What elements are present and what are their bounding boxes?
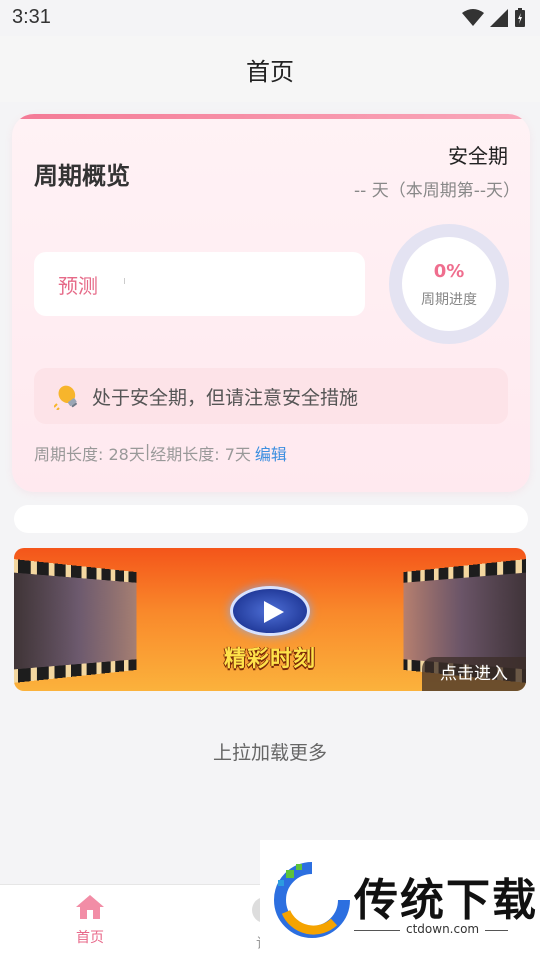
tip-text: 处于安全期，但请注意安全措施	[92, 387, 359, 409]
blank-card	[14, 505, 528, 533]
prediction-label: 预测	[58, 274, 98, 298]
cycle-length: 周期长度: 28天	[34, 445, 145, 464]
cycle-overview-card: 周期概览 安全期 -- 天（本周期第--天） 预测 0% 周期进度 处于安全期，…	[12, 114, 530, 492]
progress-value: 0%	[433, 261, 465, 282]
play-icon	[230, 586, 310, 636]
load-more-text: 上拉加载更多	[212, 742, 327, 764]
watermark: 传统下载 ctdown.com	[260, 840, 540, 960]
cycle-progress-ring: 0% 周期进度	[389, 224, 509, 344]
cycle-day-text: -- 天（本周期第--天）	[354, 181, 520, 201]
watermark-logo-icon	[274, 862, 350, 938]
prediction-marker	[124, 278, 125, 284]
prediction-box[interactable]: 预测	[34, 252, 365, 316]
tab-home[interactable]: 首页	[60, 893, 120, 947]
battery-icon	[515, 8, 525, 27]
tab-home-label: 首页	[76, 930, 104, 946]
status-icons	[462, 8, 526, 28]
status-bar: 3:31	[0, 0, 540, 36]
lightbulb-icon	[54, 385, 77, 410]
cycle-overview-title: 周期概览	[34, 162, 130, 190]
highlights-banner[interactable]: 精彩时刻 点击进入	[14, 548, 526, 691]
enter-button[interactable]: 点击进入	[422, 657, 526, 691]
watermark-text: 传统下载	[354, 875, 538, 926]
tip-box: 处于安全期，但请注意安全措施	[34, 368, 508, 424]
progress-label: 周期进度	[421, 292, 477, 308]
cycle-info: 周期长度: 28天 | 经期长度: 7天 编辑	[34, 441, 287, 465]
status-time: 3:31	[12, 6, 51, 28]
edit-link[interactable]: 编辑	[255, 441, 287, 465]
page-title: 首页	[246, 58, 294, 86]
signal-icon	[490, 9, 508, 27]
home-icon	[76, 895, 104, 919]
period-length: 经期长度: 7天	[150, 445, 251, 464]
wifi-icon	[462, 9, 484, 26]
cycle-phase-label: 安全期	[448, 144, 508, 168]
card-accent-line	[12, 114, 530, 119]
app-header: 首页	[0, 36, 540, 102]
watermark-url: ctdown.com	[400, 922, 486, 936]
progress-ring-inner: 0% 周期进度	[402, 237, 496, 331]
